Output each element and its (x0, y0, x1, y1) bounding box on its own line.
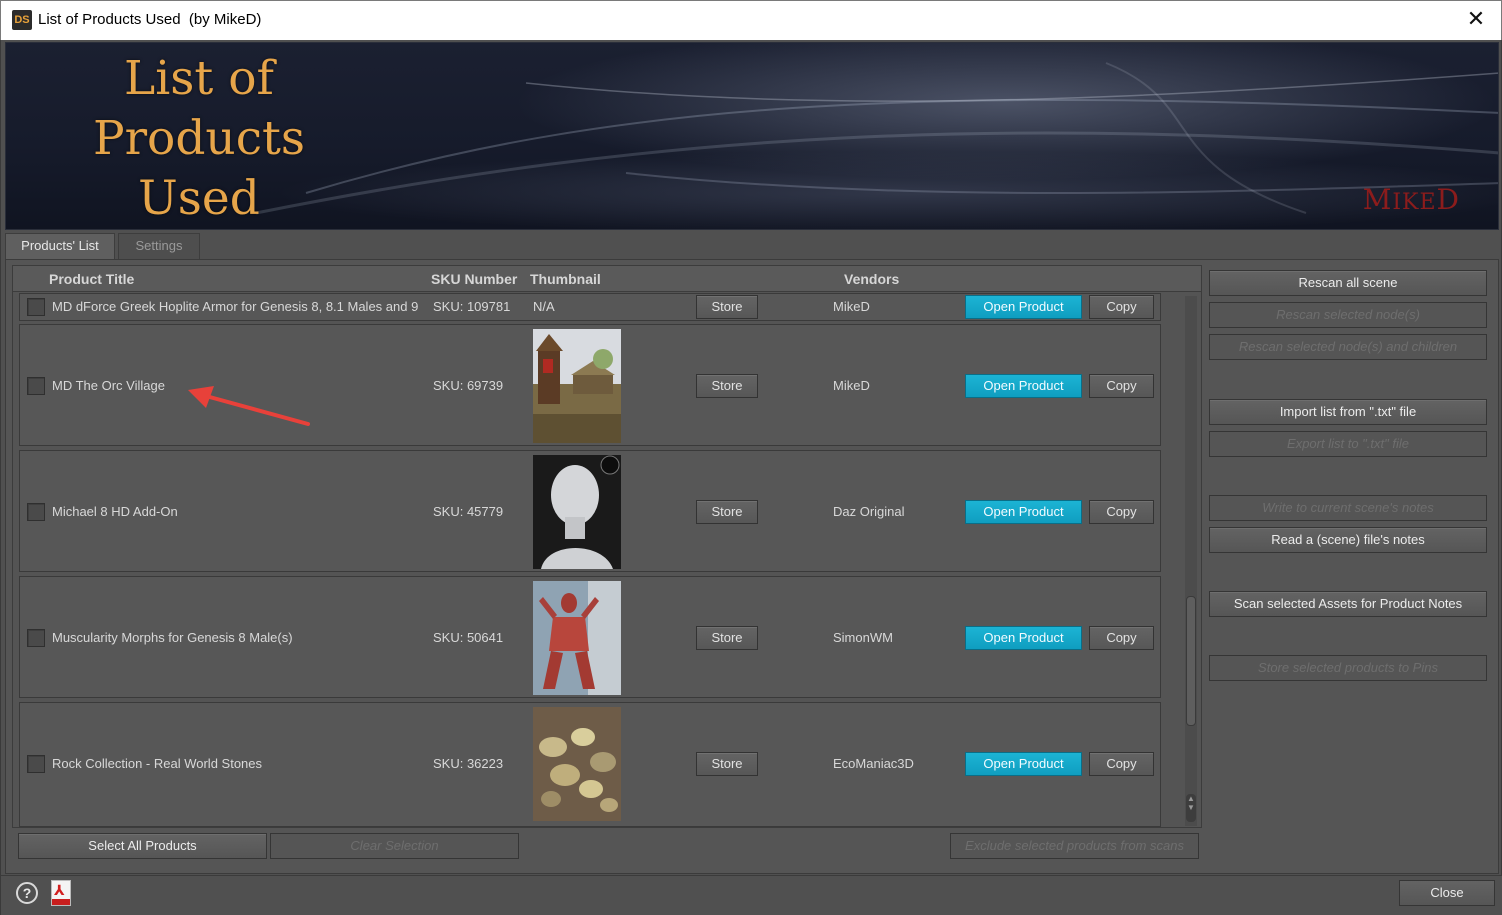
window-titlebar: DS List of Products Used (by MikeD) ✕ (0, 0, 1502, 40)
row-checkbox[interactable] (27, 629, 45, 647)
row-checkbox[interactable] (27, 755, 45, 773)
product-sku: SKU: 109781 (433, 299, 511, 314)
pdf-icon[interactable]: ⅄ (51, 880, 71, 906)
table-header: Product Title SKU Number Thumbnail Vendo… (13, 266, 1201, 292)
write-scene-notes-button[interactable]: Write to current scene's notes (1209, 495, 1487, 521)
copy-button[interactable]: Copy (1089, 295, 1154, 319)
table-row: MD dForce Greek Hoplite Armor for Genesi… (19, 293, 1161, 321)
product-sku: SKU: 36223 (433, 756, 504, 771)
row-checkbox[interactable] (27, 377, 45, 395)
product-title: MD The Orc Village (52, 378, 165, 393)
rocks-thumbnail (533, 707, 621, 821)
copy-button[interactable]: Copy (1089, 500, 1154, 524)
read-scene-notes-button[interactable]: Read a (scene) file's notes (1209, 527, 1487, 553)
rescan-selected-nodes-button[interactable]: Rescan selected node(s) (1209, 302, 1487, 328)
list-scrollbar[interactable] (1185, 296, 1197, 826)
window-close-button[interactable]: ✕ (1461, 5, 1491, 35)
brand-letter-m: M (1362, 183, 1393, 216)
open-product-button[interactable]: Open Product (965, 374, 1082, 398)
pdf-icon-mark: ⅄ (54, 883, 65, 899)
product-vendor: SimonWM (833, 630, 893, 645)
banner-title-line-3: Used (138, 171, 260, 226)
product-sku: SKU: 45779 (433, 504, 504, 519)
help-icon[interactable]: ? (16, 882, 38, 904)
open-product-button[interactable]: Open Product (965, 500, 1082, 524)
import-list-button[interactable]: Import list from ".txt" file (1209, 399, 1487, 425)
product-title: Rock Collection - Real World Stones (52, 756, 263, 771)
status-bar: ? ⅄ Close (1, 875, 1502, 915)
product-title: MD dForce Greek Hoplite Armor for Genesi… (52, 299, 419, 314)
dialog-body: List of Products Used MIKED Products' Li… (0, 40, 1502, 915)
table-row: Muscularity Morphs for Genesis 8 Male(s)… (19, 576, 1161, 698)
header-thumbnail: Thumbnail (530, 271, 601, 287)
close-button[interactable]: Close (1399, 880, 1495, 906)
window-title: List of Products Used (by MikeD) (38, 11, 262, 28)
table-rows: MD dForce Greek Hoplite Armor for Genesi… (13, 292, 1185, 827)
scrollbar-arrows[interactable]: ▲ ▼ (1186, 794, 1196, 822)
tab-products-list[interactable]: Products' List (5, 233, 115, 259)
open-product-button[interactable]: Open Product (965, 752, 1082, 776)
banner-title-line-1: List of (124, 51, 274, 106)
row-checkbox[interactable] (27, 503, 45, 521)
thumbnail-na: N/A (533, 299, 555, 314)
product-title: Muscularity Morphs for Genesis 8 Male(s) (52, 630, 293, 645)
product-vendor: Daz Original (833, 504, 905, 519)
product-vendor: MikeD (833, 299, 870, 314)
select-all-products-button[interactable]: Select All Products (18, 833, 267, 859)
product-sku: SKU: 69739 (433, 378, 504, 393)
scan-assets-button[interactable]: Scan selected Assets for Product Notes (1209, 591, 1487, 617)
rescan-all-scene-button[interactable]: Rescan all scene (1209, 270, 1487, 296)
mikeD-brand-logo: MIKED (1363, 183, 1460, 216)
daz-studio-icon: DS (12, 10, 32, 30)
actions-panel: Rescan all scene Rescan selected node(s)… (1209, 270, 1489, 690)
table-row: Michael 8 HD Add-On SKU: 45779 Store Daz… (19, 450, 1161, 572)
header-product-title: Product Title (49, 271, 135, 287)
brand-letter-d: D (1436, 183, 1460, 216)
copy-button[interactable]: Copy (1089, 626, 1154, 650)
copy-button[interactable]: Copy (1089, 752, 1154, 776)
clear-selection-button[interactable]: Clear Selection (270, 833, 519, 859)
product-sku: SKU: 50641 (433, 630, 504, 645)
open-product-button[interactable]: Open Product (965, 626, 1082, 650)
store-button[interactable]: Store (696, 752, 758, 776)
store-button[interactable]: Store (696, 295, 758, 319)
products-list-panel: Product Title SKU Number Thumbnail Vendo… (5, 259, 1499, 874)
store-button[interactable]: Store (696, 374, 758, 398)
store-button[interactable]: Store (696, 626, 758, 650)
pdf-icon-bar (52, 899, 70, 905)
product-title: Michael 8 HD Add-On (52, 504, 178, 519)
header-sku-number: SKU Number (431, 271, 518, 287)
header-vendors: Vendors (844, 271, 900, 287)
rescan-selected-nodes-children-button[interactable]: Rescan selected node(s) and children (1209, 334, 1487, 360)
export-list-button[interactable]: Export list to ".txt" file (1209, 431, 1487, 457)
table-row: MD The Orc Village SKU: 69739 Store Mike… (19, 324, 1161, 446)
michael-8-thumbnail (533, 455, 621, 569)
brand-letters-ike: IKE (1392, 190, 1437, 215)
header-banner: List of Products Used MIKED (5, 42, 1499, 230)
banner-title-line-2: Products (92, 111, 306, 166)
store-button[interactable]: Store (696, 500, 758, 524)
orc-village-thumbnail (533, 329, 621, 443)
row-checkbox[interactable] (27, 298, 45, 316)
store-to-pins-button[interactable]: Store selected products to Pins (1209, 655, 1487, 681)
product-vendor: MikeD (833, 378, 870, 393)
exclude-products-button[interactable]: Exclude selected products from scans (950, 833, 1199, 859)
banner-title: List of Products Used (74, 49, 324, 229)
tab-settings[interactable]: Settings (118, 233, 200, 259)
product-vendor: EcoManiac3D (833, 756, 914, 771)
copy-button[interactable]: Copy (1089, 374, 1154, 398)
open-product-button[interactable]: Open Product (965, 295, 1082, 319)
table-row: Rock Collection - Real World Stones SKU:… (19, 702, 1161, 827)
products-table: Product Title SKU Number Thumbnail Vendo… (12, 265, 1202, 828)
scrollbar-thumb[interactable] (1186, 596, 1196, 726)
muscularity-thumbnail (533, 581, 621, 695)
